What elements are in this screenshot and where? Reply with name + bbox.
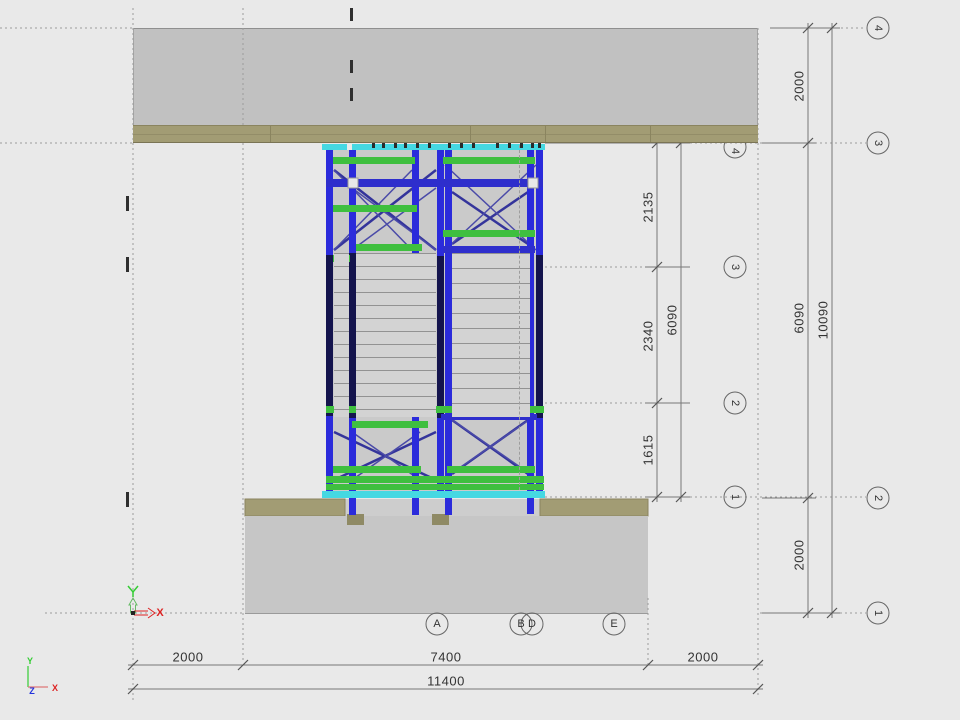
grid-bubble-label: B bbox=[517, 618, 524, 630]
grid-bubble-label: 3 bbox=[872, 140, 884, 146]
survey-x-label: X bbox=[156, 607, 163, 619]
dim-6090-outer: 6090 bbox=[792, 303, 807, 334]
triad-z-label: Z bbox=[29, 686, 35, 696]
soffit-joint bbox=[545, 126, 546, 142]
dim-2000-left: 2000 bbox=[173, 650, 204, 665]
dim-2340: 2340 bbox=[641, 321, 656, 352]
grid-bubble-label: D bbox=[528, 618, 536, 630]
formwork-panel-left bbox=[356, 253, 436, 417]
triad-x-label: X bbox=[52, 683, 58, 693]
dim-2000-right: 2000 bbox=[688, 650, 719, 665]
grid-bubble-label: 1 bbox=[872, 610, 884, 616]
grid-bubble-label: E bbox=[610, 618, 617, 630]
cad-elevation-view: 4 2135 2340 1615 6090 2000 6090 10090 20… bbox=[0, 0, 960, 720]
dim-2135: 2135 bbox=[641, 192, 656, 223]
grid-bubble-label: 2 bbox=[729, 400, 741, 406]
soffit-joint bbox=[650, 126, 651, 142]
dim-2000-top: 2000 bbox=[792, 71, 807, 102]
grid-bubble-label: 1 bbox=[729, 494, 741, 500]
soffit-joint-line bbox=[133, 134, 758, 135]
dim-1615: 1615 bbox=[641, 435, 656, 466]
top-slab bbox=[133, 28, 758, 125]
soffit-joint bbox=[470, 126, 471, 142]
dim-11400: 11400 bbox=[427, 674, 465, 689]
foundation-pedestal bbox=[245, 499, 648, 614]
axis-triad-icon bbox=[28, 666, 48, 687]
formwork-strip-panel bbox=[334, 253, 349, 417]
grid-bubble-label: 3 bbox=[729, 264, 741, 270]
triad-y-label: Y bbox=[27, 656, 33, 666]
grid-bubble-label: A bbox=[433, 618, 440, 630]
grid-bubble-label: 4 bbox=[872, 25, 884, 31]
dim-2000-bottom: 2000 bbox=[792, 540, 807, 571]
dim-7400: 7400 bbox=[431, 650, 462, 665]
dim-10090: 10090 bbox=[816, 301, 831, 340]
grid-bubble-label: 2 bbox=[872, 495, 884, 501]
soffit-joint bbox=[270, 126, 271, 142]
dim-6090-inner: 6090 bbox=[665, 305, 680, 336]
grid-line-vertical bbox=[519, 145, 520, 490]
slab-soffit-band bbox=[133, 125, 758, 143]
grid-bubble-label: 4 bbox=[729, 148, 741, 154]
